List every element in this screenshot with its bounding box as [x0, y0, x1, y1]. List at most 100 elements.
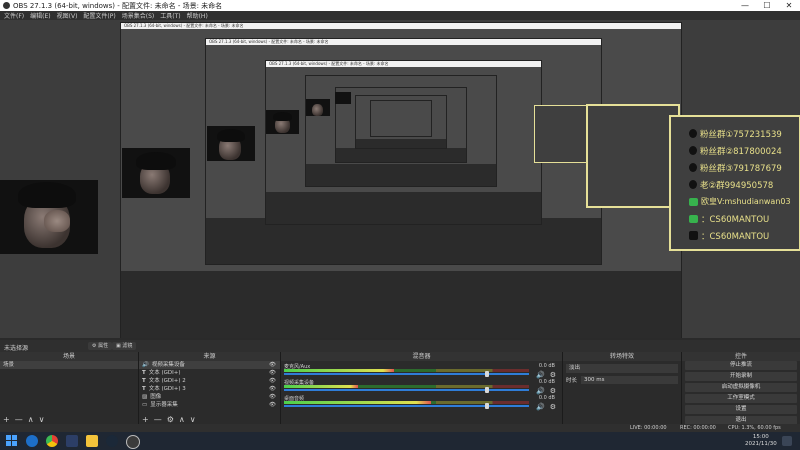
- nested-qq-box-3: [534, 105, 588, 163]
- minimize-button[interactable]: —: [734, 0, 756, 11]
- maximize-button[interactable]: ☐: [756, 0, 778, 11]
- duration-row: 时长 300 ms: [566, 376, 678, 384]
- transitions-panel: 转场特效 淡出 时长 300 ms: [563, 352, 682, 424]
- remove-source-button[interactable]: —: [154, 415, 162, 424]
- channel-db: 0.0 dB: [538, 395, 555, 401]
- volume-slider[interactable]: [284, 403, 529, 409]
- menu-help[interactable]: 帮助(H): [187, 11, 208, 20]
- virtual-camera-button[interactable]: 启动虚拟摄像机: [685, 383, 797, 392]
- remove-scene-button[interactable]: —: [15, 415, 23, 424]
- wechat-icon: [689, 197, 698, 206]
- qq-app-icon[interactable]: [66, 435, 78, 447]
- mixer-header: 混音器: [281, 352, 562, 361]
- move-source-up-button[interactable]: ∧: [179, 415, 185, 424]
- source-item[interactable]: 🔊 视频采集设备 👁: [139, 361, 280, 369]
- volume-knob[interactable]: [484, 403, 489, 409]
- obs-taskbar-icon[interactable]: [126, 435, 140, 449]
- nested-title-2: OBS 27.1.3 (64-bit, windows) - 配置文件: 未命名…: [206, 39, 601, 45]
- settings-button[interactable]: 设置: [685, 405, 797, 414]
- qq-line-1: 粉丝群①757231539: [689, 125, 791, 142]
- menu-view[interactable]: 视图(V): [57, 11, 78, 20]
- mixer-panel: 混音器 麦克风/Aux 0.0 dB 🔊 ⚙ 视频采集设备 0.0 dB 🔊 ⚙ 桌面音频 0.0…: [281, 352, 563, 424]
- sources-panel: 来源 🔊 视频采集设备 👁 T 文本 (GDI+) 👁 T 文本 (GDI+) 2 👁 T文…: [139, 352, 281, 424]
- volume-slider[interactable]: [284, 371, 529, 377]
- stop-streaming-button[interactable]: 停止推流: [685, 361, 797, 370]
- scene-item[interactable]: 场景: [0, 361, 138, 369]
- add-source-button[interactable]: +: [142, 415, 149, 424]
- eye-icon[interactable]: 👁: [269, 385, 276, 393]
- controls-header: 控件: [682, 352, 800, 361]
- move-scene-up-button[interactable]: ∧: [28, 415, 34, 424]
- audio-level: [284, 385, 358, 388]
- source-item[interactable]: ▨ 图像 👁: [139, 393, 280, 401]
- eye-icon[interactable]: 👁: [269, 361, 276, 369]
- nested-webcam-2: [207, 126, 255, 161]
- eye-icon[interactable]: 👁: [269, 369, 276, 377]
- source-settings-button[interactable]: ⚙: [167, 415, 174, 424]
- source-item[interactable]: T 文本 (GDI+) 2 👁: [139, 377, 280, 385]
- clock-date: 2021/11/30: [745, 441, 777, 447]
- eye-icon[interactable]: 👁: [269, 401, 276, 409]
- nested-webcam-5: [335, 92, 351, 104]
- menu-scene-collection[interactable]: 场景集合(S): [122, 11, 155, 20]
- volume-knob[interactable]: [484, 371, 489, 377]
- source-item[interactable]: ▭ 显示器采集 👁: [139, 401, 280, 409]
- preview-canvas[interactable]: OBS 27.1.3 (64-bit, windows) - 配置文件: 未命名…: [0, 20, 800, 338]
- qq-penguin-icon: [689, 163, 697, 172]
- mixer-channel: 桌面音频 0.0 dB 🔊 ⚙: [284, 395, 559, 411]
- gear-icon[interactable]: ⚙: [550, 387, 556, 395]
- nested-dock-4: [306, 164, 496, 186]
- eye-icon[interactable]: 👁: [269, 393, 276, 401]
- speaker-icon[interactable]: 🔊: [536, 387, 545, 395]
- gear-icon[interactable]: ⚙: [550, 403, 556, 411]
- qq-line-6: ：CS60MANTOU: [689, 210, 791, 227]
- controls-panel: 控件 停止推流 开始录制 启动虚拟摄像机 工作室模式 设置 退出: [682, 352, 800, 425]
- menu-profile[interactable]: 配置文件(P): [83, 11, 115, 20]
- audio-level-meter: [284, 385, 529, 388]
- volume-knob[interactable]: [484, 387, 489, 393]
- folder-icon[interactable]: [86, 435, 98, 447]
- audio-level: [284, 369, 395, 372]
- menu-file[interactable]: 文件(F): [4, 11, 24, 20]
- move-scene-down-button[interactable]: ∨: [39, 415, 45, 424]
- add-scene-button[interactable]: +: [3, 415, 10, 424]
- qq-line-3: 粉丝群③791787679: [689, 159, 791, 176]
- speaker-icon[interactable]: 🔊: [536, 371, 545, 379]
- sources-footer: + — ⚙ ∧ ∨: [139, 414, 280, 424]
- qq-line-2: 粉丝群②817800024: [689, 142, 791, 159]
- channel-db: 0.0 dB: [538, 379, 555, 385]
- obs-app-icon: [3, 2, 10, 9]
- audio-level-meter: [284, 369, 529, 372]
- clock-time: 15:00: [752, 434, 769, 440]
- chrome-icon[interactable]: [46, 435, 58, 447]
- transitions-header: 转场特效: [563, 352, 681, 361]
- gear-icon[interactable]: ⚙: [550, 371, 556, 379]
- nested-capture-7: [370, 100, 432, 137]
- notification-icon[interactable]: [782, 436, 792, 446]
- qq-group-box: 粉丝群①757231539 粉丝群②817800024 粉丝群③79178767…: [669, 115, 800, 251]
- steam-icon[interactable]: [106, 435, 118, 447]
- transition-select[interactable]: 淡出: [566, 364, 678, 373]
- filters-button[interactable]: ▣ 滤镜: [112, 342, 137, 350]
- volume-slider[interactable]: [284, 387, 529, 393]
- edge-icon[interactable]: [26, 435, 38, 447]
- menu-tools[interactable]: 工具(T): [160, 11, 180, 20]
- nested-webcam-3: [266, 110, 299, 134]
- move-source-down-button[interactable]: ∨: [190, 415, 196, 424]
- properties-button[interactable]: ⚙ 属性: [88, 342, 113, 350]
- source-toolbar: 未选择源 ⚙ 属性 ▣ 滤镜: [0, 340, 800, 352]
- qq-lines: 粉丝群①757231539 粉丝群②817800024 粉丝群③79178767…: [689, 125, 791, 244]
- webcam-source: [0, 180, 98, 254]
- source-item[interactable]: T 文本 (GDI+) 3 👁: [139, 385, 280, 393]
- nested-title-3: OBS 27.1.3 (64-bit, windows) - 配置文件: 未命名…: [266, 61, 541, 67]
- speaker-icon[interactable]: 🔊: [536, 403, 545, 411]
- close-button[interactable]: ✕: [778, 0, 800, 11]
- eye-icon[interactable]: 👁: [269, 377, 276, 385]
- menu-edit[interactable]: 编辑(E): [30, 11, 50, 20]
- windows-start-icon[interactable]: [6, 435, 18, 447]
- start-recording-button[interactable]: 开始录制: [685, 372, 797, 381]
- source-item[interactable]: T 文本 (GDI+) 👁: [139, 369, 280, 377]
- clock[interactable]: 15:00 2021/11/30: [745, 434, 777, 448]
- studio-mode-button[interactable]: 工作室模式: [685, 394, 797, 403]
- duration-input[interactable]: 300 ms: [581, 376, 678, 384]
